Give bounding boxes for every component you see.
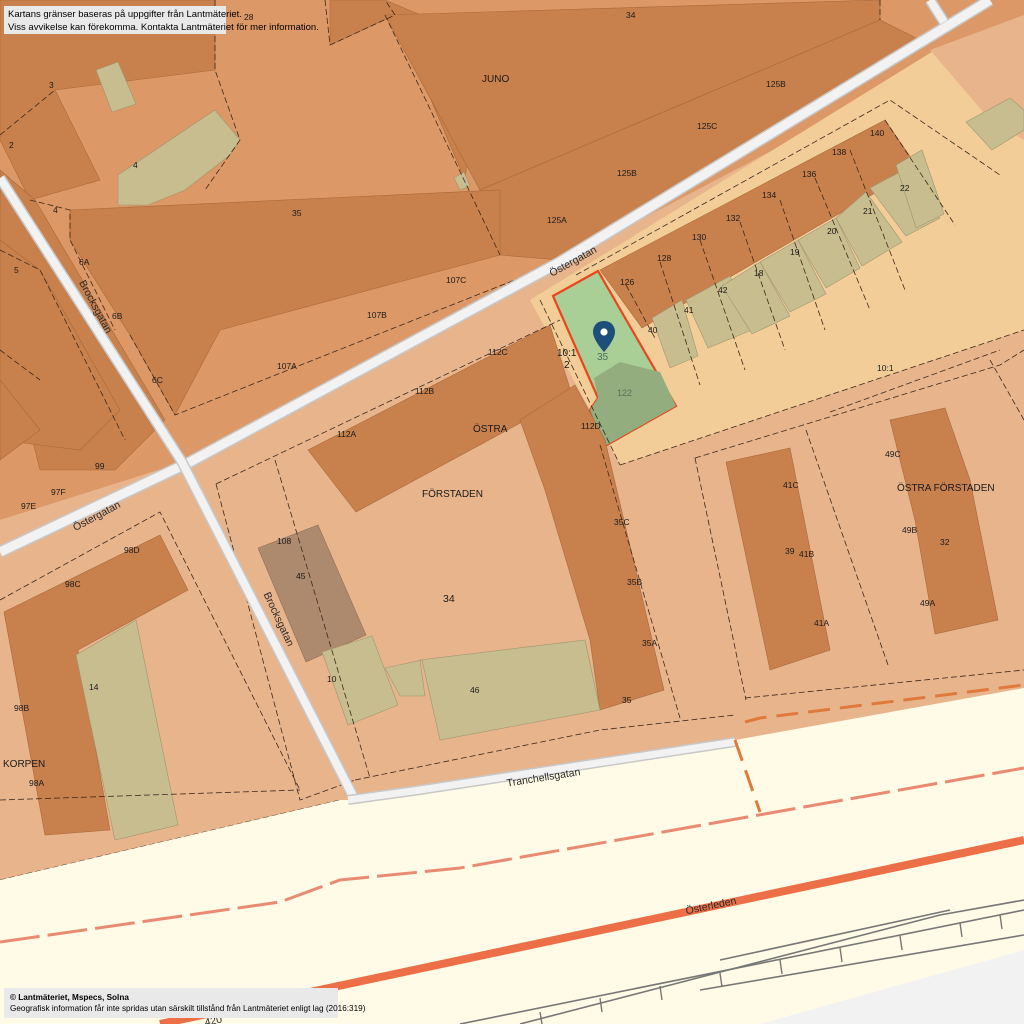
label-98d: 98D xyxy=(124,545,140,555)
label-35c: 35C xyxy=(614,517,630,527)
copyright-notice: © Lantmäteriet, Mspecs, Solna Geografisk… xyxy=(4,988,366,1018)
label-107b: 107B xyxy=(367,310,387,320)
label-97f: 97F xyxy=(51,487,66,497)
selected-designation-b: 2 xyxy=(564,360,570,371)
label-32: 32 xyxy=(940,537,950,547)
selected-parcel-number: 35 xyxy=(597,352,609,363)
label-4b: 4 xyxy=(53,205,58,215)
selected-building-number: 122 xyxy=(617,388,632,398)
label-97e: 97E xyxy=(21,501,36,511)
copyright-line-2: Geografisk information får inte spridas … xyxy=(10,1004,366,1013)
label-19: 19 xyxy=(790,247,800,257)
label-2: 2 xyxy=(9,140,14,150)
label-134: 134 xyxy=(762,190,776,200)
label-112a: 112A xyxy=(337,429,357,439)
label-132: 132 xyxy=(726,213,740,223)
label-126: 126 xyxy=(620,277,634,287)
label-45: 45 xyxy=(296,571,306,581)
label-34: 34 xyxy=(443,593,455,605)
label-14: 14 xyxy=(89,682,99,692)
label-41b: 41B xyxy=(799,549,814,559)
label-35-juno: 35 xyxy=(292,208,302,218)
boundary-notice: Kartans gränser baseras på uppgifter frå… xyxy=(4,6,319,34)
district-forstaden: FÖRSTADEN xyxy=(422,488,483,500)
label-4a: 4 xyxy=(133,160,138,170)
district-korpen: KORPEN xyxy=(3,759,45,770)
district-ostra: ÖSTRA xyxy=(473,423,508,435)
label-136: 136 xyxy=(802,169,816,179)
label-10-1: 10:1 xyxy=(877,363,894,373)
label-125c: 125C xyxy=(697,121,717,131)
label-98c: 98C xyxy=(65,579,81,589)
label-6b: 6B xyxy=(112,311,123,321)
label-10: 10 xyxy=(327,674,337,684)
label-35b: 35B xyxy=(627,577,642,587)
label-5: 5 xyxy=(14,265,19,275)
label-107a: 107A xyxy=(277,361,297,371)
label-35a: 35A xyxy=(642,638,657,648)
label-49c: 49C xyxy=(885,449,901,459)
selected-designation: 10:1 xyxy=(557,348,577,359)
label-112b: 112B xyxy=(415,386,435,396)
property-map[interactable]: Östergatan Östergatan Brocksgatan Brocks… xyxy=(0,0,1024,1024)
label-20: 20 xyxy=(827,226,837,236)
district-ostra-forstaden: ÖSTRA FÖRSTADEN xyxy=(897,482,995,494)
label-41c: 41C xyxy=(783,480,799,490)
label-49a: 49A xyxy=(920,598,935,608)
label-28: 28 xyxy=(244,12,254,22)
label-98a: 98A xyxy=(29,778,44,788)
label-42: 42 xyxy=(718,285,728,295)
copyright-line-1: © Lantmäteriet, Mspecs, Solna xyxy=(10,993,129,1002)
notice-line-1: Kartans gränser baseras på uppgifter frå… xyxy=(8,9,242,20)
label-49b: 49B xyxy=(902,525,917,535)
label-34-top: 34 xyxy=(626,10,636,20)
label-41a: 41A xyxy=(814,618,829,628)
label-3: 3 xyxy=(49,80,54,90)
label-39: 39 xyxy=(785,546,795,556)
label-40: 40 xyxy=(648,325,658,335)
label-130: 130 xyxy=(692,232,706,242)
label-138: 138 xyxy=(832,147,846,157)
label-125b: 125B xyxy=(617,168,637,178)
label-108: 108 xyxy=(277,536,291,546)
label-98b: 98B xyxy=(14,703,29,713)
label-35-bottom: 35 xyxy=(622,695,632,705)
notice-line-2: Viss avvikelse kan förekomma. Kontakta L… xyxy=(8,22,319,33)
label-128: 128 xyxy=(657,253,671,263)
district-juno: JUNO xyxy=(482,74,509,85)
label-46: 46 xyxy=(470,685,480,695)
label-99: 99 xyxy=(95,461,105,471)
label-140: 140 xyxy=(870,128,884,138)
label-6c: 6C xyxy=(152,375,163,385)
label-18: 18 xyxy=(754,268,764,278)
label-125b-top: 125B xyxy=(766,79,786,89)
label-22: 22 xyxy=(900,183,910,193)
label-6a: 6A xyxy=(79,257,90,267)
label-41: 41 xyxy=(684,305,694,315)
label-21: 21 xyxy=(863,206,873,216)
label-112c: 112C xyxy=(488,347,508,357)
label-107c: 107C xyxy=(446,275,466,285)
label-112d: 112D xyxy=(581,421,601,431)
label-125a: 125A xyxy=(547,215,567,225)
